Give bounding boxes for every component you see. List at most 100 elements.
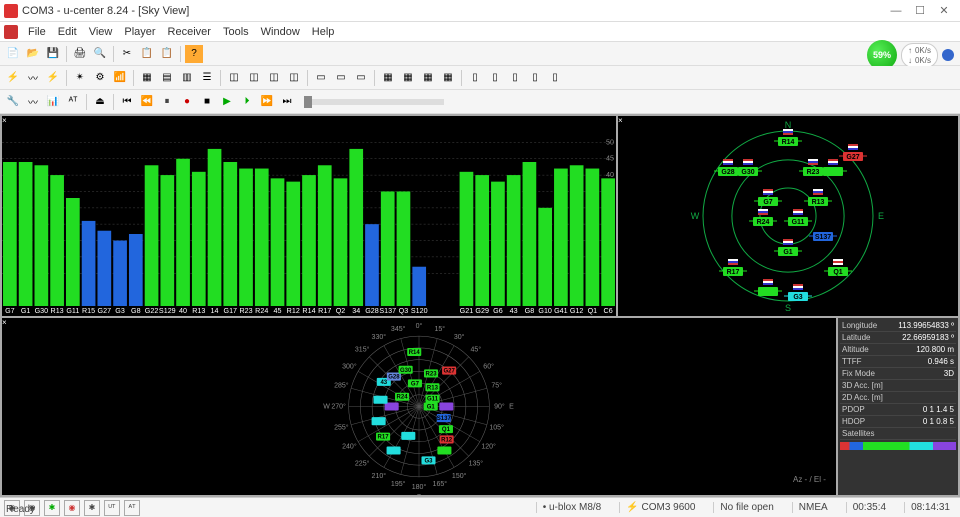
svg-text:240°: 240° — [342, 443, 357, 451]
cut-icon[interactable]: ✂ — [118, 45, 136, 63]
svg-text:G6: G6 — [493, 307, 503, 315]
msg2-icon[interactable]: ▭ — [332, 69, 350, 87]
layout1-icon[interactable]: ▯ — [466, 69, 484, 87]
sb-btn-6[interactable]: ᵁᵀ — [104, 500, 120, 516]
svg-text:225°: 225° — [355, 459, 370, 467]
play-icon[interactable]: ▶ — [218, 93, 236, 111]
grid3-icon[interactable]: ▦ — [419, 69, 437, 87]
grid2-icon[interactable]: ▦ — [399, 69, 417, 87]
view4-icon[interactable]: ☰ — [198, 69, 216, 87]
svg-text:G28: G28 — [365, 307, 379, 315]
title-bar: COM3 - u-center 8.24 - [Sky View] — ☐ ✕ — [0, 0, 960, 22]
menu-edit[interactable]: Edit — [52, 26, 83, 38]
svg-text:S137: S137 — [815, 234, 831, 241]
preview-icon[interactable]: 🔍 — [91, 45, 109, 63]
svg-text:G10: G10 — [538, 307, 552, 315]
rate-pill: ↑0K/s ↓0K/s — [901, 43, 938, 68]
help-icon[interactable]: ? — [185, 45, 203, 63]
layout3-icon[interactable]: ▯ — [506, 69, 524, 87]
svg-text:40: 40 — [179, 307, 187, 315]
sb-btn-4[interactable]: ◉ — [64, 500, 80, 516]
seek-slider[interactable] — [304, 99, 444, 105]
sb-btn-3[interactable]: ✱ — [44, 500, 60, 516]
polar-view-panel: × 0°15°30°45°60°75°90°105°120°135°150°16… — [2, 318, 836, 495]
svg-text:G1: G1 — [427, 405, 436, 411]
menu-tools[interactable]: Tools — [217, 26, 255, 38]
print-icon[interactable]: 🖨 — [71, 45, 89, 63]
grid1-icon[interactable]: ▦ — [379, 69, 397, 87]
menu-file[interactable]: File — [22, 26, 52, 38]
target-icon[interactable]: ✴ — [71, 69, 89, 87]
flash-icon[interactable]: ⚡ — [44, 69, 62, 87]
panel-close-icon[interactable]: × — [2, 318, 12, 328]
sb-btn-5[interactable]: ✱ — [84, 500, 100, 516]
menu-view[interactable]: View — [83, 26, 119, 38]
win3-icon[interactable]: ◫ — [265, 69, 283, 87]
rewind-icon[interactable]: ⏪ — [138, 93, 156, 111]
signal-icon[interactable]: 📶 — [111, 69, 129, 87]
svg-text:G1: G1 — [783, 249, 792, 256]
pause-icon[interactable]: ⏸ — [158, 93, 176, 111]
msg3-icon[interactable]: ▭ — [352, 69, 370, 87]
win2-icon[interactable]: ◫ — [245, 69, 263, 87]
svg-text:N: N — [785, 120, 792, 130]
svg-text:60°: 60° — [483, 362, 494, 370]
win4-icon[interactable]: ◫ — [285, 69, 303, 87]
svg-text:W: W — [691, 211, 700, 221]
win1-icon[interactable]: ◫ — [225, 69, 243, 87]
new-icon[interactable]: 📄 — [4, 45, 22, 63]
skip-end-icon[interactable]: ⏭ — [278, 93, 296, 111]
svg-text:0°: 0° — [416, 322, 423, 330]
forward-icon[interactable]: ⏩ — [258, 93, 276, 111]
tool-b-icon[interactable]: 〰 — [24, 93, 42, 111]
panel-close-icon[interactable]: × — [618, 116, 628, 126]
close-button[interactable]: ✕ — [932, 3, 956, 19]
gear-icon[interactable]: ⚙ — [91, 69, 109, 87]
maximize-button[interactable]: ☐ — [908, 3, 932, 19]
svg-text:E: E — [878, 211, 884, 221]
stop-icon[interactable]: ■ — [198, 93, 216, 111]
signal-bars-panel: × 101520253035404550G7G1G30R13G11R15G27G… — [2, 116, 616, 316]
menu-player[interactable]: Player — [118, 26, 161, 38]
menu-help[interactable]: Help — [306, 26, 341, 38]
layout2-icon[interactable]: ▯ — [486, 69, 504, 87]
skip-start-icon[interactable]: ⏮ — [118, 93, 136, 111]
eject-icon[interactable]: ⏏ — [91, 93, 109, 111]
msg1-icon[interactable]: ▭ — [312, 69, 330, 87]
panel-close-icon[interactable]: × — [2, 116, 12, 126]
menu-window[interactable]: Window — [255, 26, 306, 38]
tool-c-icon[interactable]: 📊 — [44, 93, 62, 111]
svg-text:R15: R15 — [82, 307, 95, 315]
copy-icon[interactable]: 📋 — [138, 45, 156, 63]
sb-btn-7[interactable]: ᴬᵀ — [124, 500, 140, 516]
menu-receiver[interactable]: Receiver — [162, 26, 217, 38]
tool-d-icon[interactable]: ᴬᵀ — [64, 93, 82, 111]
app-icon — [4, 4, 18, 18]
svg-text:E: E — [509, 404, 514, 411]
view3-icon[interactable]: ▥ — [178, 69, 196, 87]
view2-icon[interactable]: ▤ — [158, 69, 176, 87]
layout4-icon[interactable]: ▯ — [526, 69, 544, 87]
status-file: No file open — [713, 502, 779, 513]
info-row: HDOP0 1 0.8 5 — [840, 416, 956, 428]
svg-text:30°: 30° — [454, 333, 465, 341]
record-icon[interactable]: ● — [178, 93, 196, 111]
svg-text:G41: G41 — [554, 307, 568, 315]
view-icon[interactable]: ▦ — [138, 69, 156, 87]
tool-a-icon[interactable]: 🔧 — [4, 93, 22, 111]
connect-icon[interactable]: ⚡ — [4, 69, 22, 87]
minimize-button[interactable]: — — [884, 3, 908, 19]
open-icon[interactable]: 📂 — [24, 45, 42, 63]
svg-text:R23: R23 — [239, 307, 252, 315]
wave-icon[interactable]: 〰 — [24, 69, 42, 87]
paste-icon[interactable]: 📋 — [158, 45, 176, 63]
grid4-icon[interactable]: ▦ — [439, 69, 457, 87]
svg-text:G28: G28 — [721, 169, 734, 176]
svg-text:R12: R12 — [287, 307, 300, 315]
svg-text:G3: G3 — [424, 458, 433, 464]
step-icon[interactable]: ⏵ — [238, 93, 256, 111]
layout5-icon[interactable]: ▯ — [546, 69, 564, 87]
svg-text:Az - / El -: Az - / El - — [793, 475, 826, 484]
save-icon[interactable]: 💾 — [44, 45, 62, 63]
svg-text:330°: 330° — [372, 333, 387, 341]
